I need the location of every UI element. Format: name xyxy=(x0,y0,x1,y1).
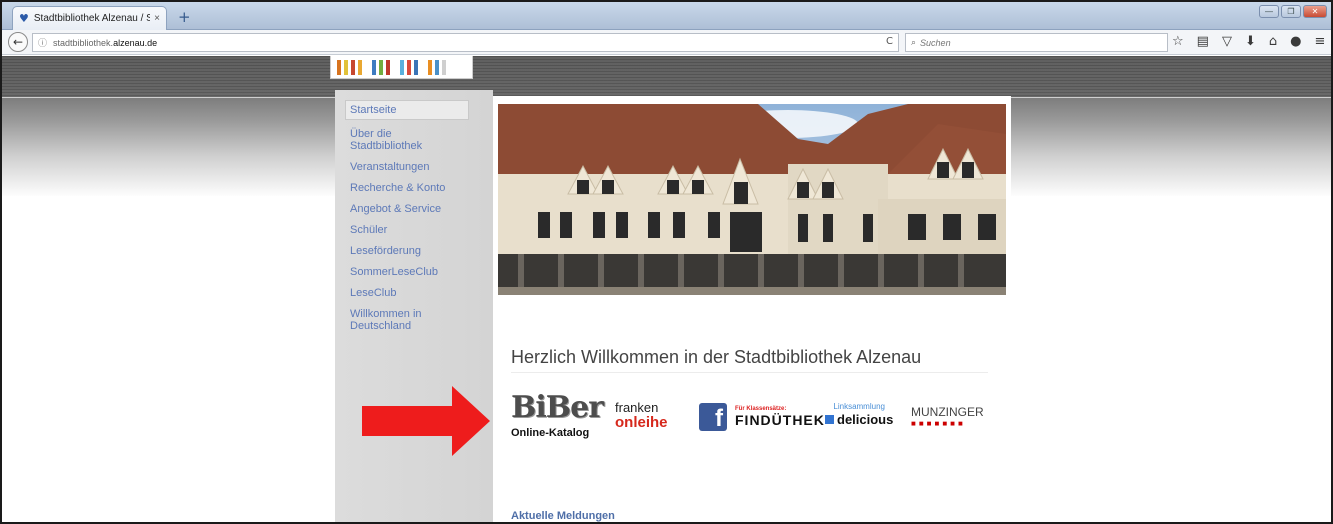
partner-logos: BiBer Online-Katalog franken onleihe f F… xyxy=(507,388,997,460)
download-icon[interactable]: ⬇ xyxy=(1245,34,1256,50)
back-button[interactable]: ← xyxy=(8,32,28,52)
maximize-button[interactable]: ❐ xyxy=(1281,5,1301,18)
sidebar-item-veranstaltungen[interactable]: Veranstaltungen xyxy=(345,161,469,173)
sidebar-item-startseite[interactable]: Startseite xyxy=(345,100,469,120)
sidebar-menu: Startseite Über die Stadtbibliothek Vera… xyxy=(345,100,469,341)
search-input[interactable] xyxy=(920,37,1141,48)
sidebar-item-angebot[interactable]: Angebot & Service xyxy=(345,203,469,215)
reload-icon[interactable]: C xyxy=(886,36,893,47)
sidebar-item-sommerleseclub[interactable]: SommerLeseClub xyxy=(345,266,469,278)
address-bar[interactable]: ⓘ stadtbibliothek.alzenau.de xyxy=(32,33,899,52)
sidebar: Startseite Über die Stadtbibliothek Vera… xyxy=(335,90,493,522)
page-viewport: Startseite Über die Stadtbibliothek Vera… xyxy=(2,56,1331,522)
welcome-divider xyxy=(511,372,988,373)
library-building-photo xyxy=(498,104,1006,295)
browser-tab[interactable]: ♥ Stadtbibliothek Alzenau / S... × xyxy=(12,6,167,30)
finduthek-title: FINDÜTHEK xyxy=(735,412,825,428)
browser-window: ♥ Stadtbibliothek Alzenau / S... × + — ❐… xyxy=(0,0,1333,524)
sidebar-item-lesefoerderung[interactable]: Leseförderung xyxy=(345,245,469,257)
onleihe-bottom-text: onleihe xyxy=(615,414,668,431)
finduthek-link[interactable]: Für Klassensätze: FINDÜTHEK xyxy=(735,406,825,430)
navigation-bar: ← ⓘ stadtbibliothek.alzenau.de C ⌕ ☆ ▤ ▽… xyxy=(2,30,1331,55)
frankenonleihe-link[interactable]: franken onleihe xyxy=(615,400,668,430)
url-text: stadtbibliothek.alzenau.de xyxy=(53,37,158,48)
delicious-square-icon xyxy=(825,415,834,425)
biber-logo-text: BiBer xyxy=(511,390,604,425)
biber-catalog-link[interactable]: BiBer Online-Katalog xyxy=(511,390,611,439)
tab-title: Stadtbibliothek Alzenau / S... xyxy=(33,13,151,24)
munzinger-link[interactable]: MUNZINGER ■■■■■■■ xyxy=(911,405,984,428)
biber-caption: Online-Katalog xyxy=(511,427,590,439)
delicious-subtitle: Linksammlung xyxy=(833,402,885,411)
sidebar-item-recherche[interactable]: Recherche & Konto xyxy=(345,182,469,194)
search-icon: ⌕ xyxy=(911,37,917,48)
sidebar-item-willkommen[interactable]: Willkommen in Deutschland xyxy=(345,308,435,332)
close-window-button[interactable]: ✕ xyxy=(1303,5,1327,18)
tab-strip: ♥ Stadtbibliothek Alzenau / S... × + — ❐… xyxy=(2,2,1331,30)
main-content: Herzlich Willkommen in der Stadtbiblioth… xyxy=(493,96,1011,522)
sidebar-item-schueler[interactable]: Schüler xyxy=(345,224,469,236)
heart-favicon-icon: ♥ xyxy=(19,12,29,25)
welcome-heading: Herzlich Willkommen in der Stadtbiblioth… xyxy=(511,347,922,367)
tab-close-icon[interactable]: × xyxy=(154,13,160,24)
menu-icon[interactable]: ≡ xyxy=(1314,34,1325,50)
bookmarks-list-icon[interactable]: ▤ xyxy=(1197,34,1209,50)
search-box[interactable]: ⌕ xyxy=(905,33,1168,52)
site-info-icon[interactable]: ⓘ xyxy=(38,36,47,49)
sidebar-item-ueber[interactable]: Über die Stadtbibliothek xyxy=(345,128,435,152)
window-controls: — ❐ ✕ xyxy=(1259,5,1327,18)
toolbar-icons: ☆ ▤ ▽ ⬇ ⌂ ● ≡ xyxy=(1172,34,1325,50)
home-icon[interactable]: ⌂ xyxy=(1269,34,1277,50)
site-logo[interactable] xyxy=(330,56,473,79)
red-arrow-icon xyxy=(362,386,490,456)
sidebar-item-leseclub[interactable]: LeseClub xyxy=(345,287,469,299)
new-tab-button[interactable]: + xyxy=(178,8,191,26)
facebook-icon[interactable]: f xyxy=(699,403,727,432)
bookmark-star-icon[interactable]: ☆ xyxy=(1172,34,1184,50)
news-heading[interactable]: Aktuelle Meldungen xyxy=(511,510,615,522)
delicious-title: delicious xyxy=(837,412,894,427)
munzinger-dots-icon: ■■■■■■■ xyxy=(911,419,966,428)
chat-icon[interactable]: ● xyxy=(1290,34,1301,50)
pocket-icon[interactable]: ▽ xyxy=(1222,34,1232,50)
minimize-button[interactable]: — xyxy=(1259,5,1279,18)
munzinger-title: MUNZINGER xyxy=(911,405,984,419)
onleihe-top-text: franken xyxy=(615,400,659,415)
delicious-link[interactable]: Linksammlung delicious xyxy=(825,402,893,429)
